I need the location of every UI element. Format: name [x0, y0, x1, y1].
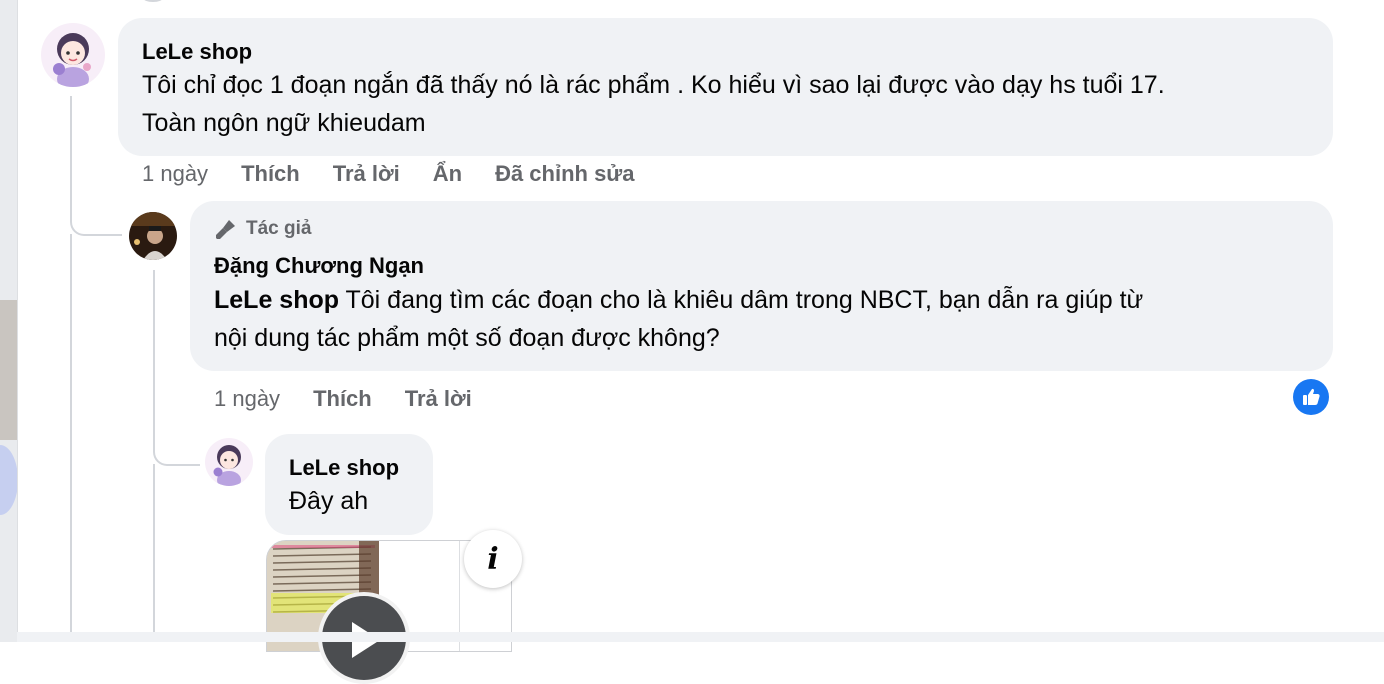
comment-bubble: LeLe shop Tôi chỉ đọc 1 đoạn ngắn đã thấ…	[118, 18, 1333, 156]
comment-text-line: Tôi chỉ đọc 1 đoạn ngắn đã thấy nó là rá…	[142, 71, 1165, 99]
comment-text-line: LeLe shop Tôi đang tìm các đoạn cho là k…	[214, 281, 1314, 319]
comment-actions: 1 ngày Thích Trả lời Ẩn Đã chỉnh sửa	[142, 161, 667, 187]
avatar[interactable]	[205, 438, 253, 486]
comment-text-line: Toàn ngôn ngữ khieudam	[142, 109, 426, 137]
comment-text: Đây ah	[289, 487, 369, 515]
thread-line-nested	[153, 270, 155, 438]
bottom-bar	[17, 632, 1384, 642]
like-button[interactable]: Thích	[241, 161, 300, 187]
comment-text: Tôi chỉ đọc 1 đoạn ngắn đã thấy nó là rá…	[142, 66, 1322, 142]
timestamp[interactable]: 1 ngày	[142, 161, 208, 187]
author-badge-label: Tác giả	[246, 218, 312, 239]
thread-branch-nested	[153, 430, 200, 466]
comment-author[interactable]: Đặng Chương Ngạn	[214, 253, 424, 279]
timestamp[interactable]: 1 ngày	[214, 386, 280, 412]
cropped-avatar	[0, 445, 17, 515]
comment-text-line: nội dung tác phẩm một số đoạn được không…	[214, 324, 720, 352]
avatar[interactable]	[41, 23, 105, 87]
reply-button[interactable]: Trả lời	[405, 386, 472, 412]
thread-line-nested-continue	[153, 464, 155, 642]
edited-label[interactable]: Đã chỉnh sửa	[495, 161, 634, 187]
author-badge: Tác giả	[214, 217, 311, 241]
thread-line-main	[70, 96, 72, 216]
reply-button[interactable]: Trả lời	[333, 161, 400, 187]
comment-author[interactable]: LeLe shop	[142, 39, 252, 65]
comment-text: LeLe shop Tôi đang tìm các đoạn cho là k…	[214, 281, 1314, 357]
like-button[interactable]: Thích	[313, 386, 372, 412]
thread-line-continue	[70, 234, 72, 642]
thread-connector	[143, 0, 163, 2]
comment-text-span: Tôi đang tìm các đoạn cho là khiêu dâm t…	[339, 286, 1144, 314]
info-icon[interactable]: i	[464, 530, 522, 588]
left-panel-edge	[0, 0, 17, 642]
hide-button[interactable]: Ẩn	[433, 161, 462, 187]
microphone-icon	[216, 220, 235, 239]
like-icon[interactable]	[1293, 379, 1329, 415]
comment-bubble: Tác giả Đặng Chương Ngạn LeLe shop Tôi đ…	[190, 201, 1333, 371]
thread-branch-reply	[70, 200, 122, 236]
comment-bubble: LeLe shop Đây ah	[265, 434, 433, 535]
comment-author[interactable]: LeLe shop	[289, 455, 399, 481]
comment-actions: 1 ngày Thích Trả lời	[214, 386, 505, 412]
avatar[interactable]	[129, 212, 177, 260]
cropped-image	[0, 300, 17, 440]
mention-link[interactable]: LeLe shop	[214, 286, 339, 314]
panel-divider	[17, 0, 18, 642]
